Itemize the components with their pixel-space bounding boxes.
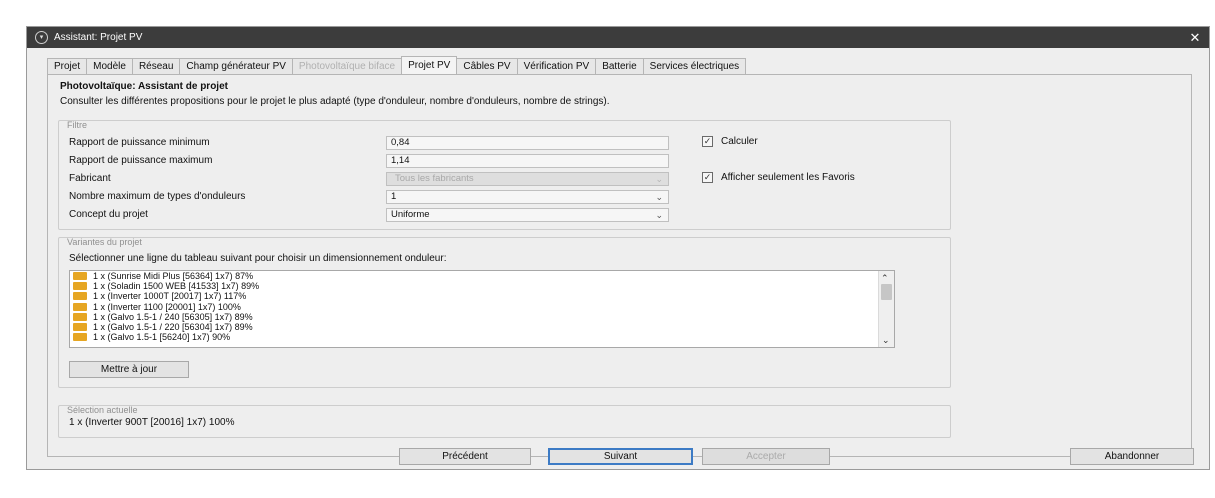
- accept-button: Accepter: [702, 448, 830, 465]
- calculate-label: Calculer: [721, 136, 758, 147]
- variants-group-title: Variantes du projet: [67, 237, 142, 247]
- calculate-checkbox[interactable]: ✓: [702, 136, 713, 147]
- tab-modele[interactable]: Modèle: [86, 58, 133, 74]
- window-title: Assistant: Projet PV: [54, 32, 143, 43]
- tab-photovoltaique-biface: Photovoltaïque biface: [291, 58, 403, 74]
- chevron-down-icon: ⌄: [655, 174, 663, 184]
- folder-icon: [73, 272, 87, 281]
- list-item[interactable]: 1 x (Galvo 1.5-1 / 240 [56305] 1x7) 89%: [70, 312, 894, 322]
- max-types-label: Nombre maximum de types d'onduleurs: [69, 191, 246, 202]
- folder-icon: [73, 302, 87, 311]
- max-types-select[interactable]: 1 ⌄: [386, 190, 669, 204]
- current-selection-group: Sélection actuelle 1 x (Inverter 900T [2…: [58, 405, 951, 438]
- folder-icon: [73, 292, 87, 301]
- manufacturer-label: Fabricant: [69, 173, 111, 184]
- tab-content-panel: Photovoltaïque: Assistant de projet Cons…: [47, 74, 1192, 457]
- tab-champ-generateur[interactable]: Champ générateur PV: [179, 58, 293, 74]
- app-menu-icon[interactable]: ▾: [35, 31, 48, 44]
- close-icon[interactable]: ✕: [1185, 30, 1205, 46]
- variants-list[interactable]: 1 x (Sunrise Midi Plus [56364] 1x7) 87% …: [69, 270, 895, 348]
- calculate-checkbox-row[interactable]: ✓ Calculer: [702, 136, 758, 147]
- tab-services-electriques[interactable]: Services électriques: [642, 58, 747, 74]
- folder-icon: [73, 333, 87, 342]
- next-button[interactable]: Suivant: [548, 448, 693, 465]
- concept-select[interactable]: Uniforme ⌄: [386, 208, 669, 222]
- tab-projet[interactable]: Projet: [47, 58, 88, 74]
- chevron-down-icon: ⌄: [655, 210, 663, 220]
- update-button[interactable]: Mettre à jour: [69, 361, 189, 378]
- abort-button[interactable]: Abandonner: [1070, 448, 1194, 465]
- page-title: Photovoltaïque: Assistant de projet: [60, 81, 228, 92]
- min-ratio-label: Rapport de puissance minimum: [69, 137, 210, 148]
- favorites-label: Afficher seulement les Favoris: [721, 172, 855, 183]
- variants-group: Variantes du projet Sélectionner une lig…: [58, 237, 951, 388]
- min-ratio-input[interactable]: 0,84: [386, 136, 669, 150]
- folder-icon: [73, 312, 87, 321]
- tab-batterie[interactable]: Batterie: [595, 58, 644, 74]
- tab-cables-pv[interactable]: Câbles PV: [456, 58, 518, 74]
- previous-button[interactable]: Précédent: [399, 448, 531, 465]
- tab-reseau[interactable]: Réseau: [131, 58, 181, 74]
- assistant-window: ▾ Assistant: Projet PV ✕ Projet Modèle R…: [26, 26, 1210, 470]
- concept-value: Uniforme: [391, 209, 430, 220]
- page-subtitle: Consulter les différentes propositions p…: [60, 96, 610, 107]
- favorites-checkbox-row[interactable]: ✓ Afficher seulement les Favoris: [702, 172, 855, 183]
- current-selection-value: 1 x (Inverter 900T [20016] 1x7) 100%: [69, 417, 235, 428]
- tab-verification-pv[interactable]: Vérification PV: [516, 58, 597, 74]
- list-item[interactable]: 1 x (Galvo 1.5-1 / 220 [56304] 1x7) 89%: [70, 322, 894, 332]
- title-bar: ▾ Assistant: Projet PV ✕: [27, 27, 1209, 48]
- max-ratio-label: Rapport de puissance maximum: [69, 155, 213, 166]
- list-scrollbar[interactable]: ⌃ ⌄: [878, 271, 894, 347]
- folder-icon: [73, 323, 87, 332]
- list-item[interactable]: 1 x (Soladin 1500 WEB [41533] 1x7) 89%: [70, 281, 894, 291]
- manufacturer-select: Tous les fabricants ⌄: [386, 172, 669, 186]
- tab-bar: Projet Modèle Réseau Champ générateur PV…: [47, 56, 747, 74]
- chevron-down-icon: ⌄: [655, 192, 663, 202]
- max-ratio-input[interactable]: 1,14: [386, 154, 669, 168]
- scroll-thumb[interactable]: [881, 284, 892, 300]
- folder-icon: [73, 282, 87, 291]
- tab-projet-pv[interactable]: Projet PV: [401, 56, 458, 74]
- list-item[interactable]: 1 x (Galvo 1.5-1 [56240] 1x7) 90%: [70, 332, 894, 342]
- favorites-checkbox[interactable]: ✓: [702, 172, 713, 183]
- scroll-down-icon[interactable]: ⌄: [882, 335, 890, 346]
- filter-group-title: Filtre: [67, 120, 87, 130]
- manufacturer-value: Tous les fabricants: [395, 173, 474, 184]
- list-item[interactable]: 1 x (Inverter 1000T [20017] 1x7) 117%: [70, 291, 894, 301]
- filter-group: Filtre Rapport de puissance minimum 0,84…: [58, 120, 951, 230]
- max-types-value: 1: [391, 191, 397, 202]
- current-selection-title: Sélection actuelle: [67, 405, 138, 415]
- concept-label: Concept du projet: [69, 209, 148, 220]
- variants-hint: Sélectionner une ligne du tableau suivan…: [69, 253, 447, 264]
- list-item[interactable]: 1 x (Inverter 1100 [20001] 1x7) 100%: [70, 302, 894, 312]
- scroll-up-icon[interactable]: ⌃: [881, 273, 889, 284]
- list-item[interactable]: 1 x (Sunrise Midi Plus [56364] 1x7) 87%: [70, 271, 894, 281]
